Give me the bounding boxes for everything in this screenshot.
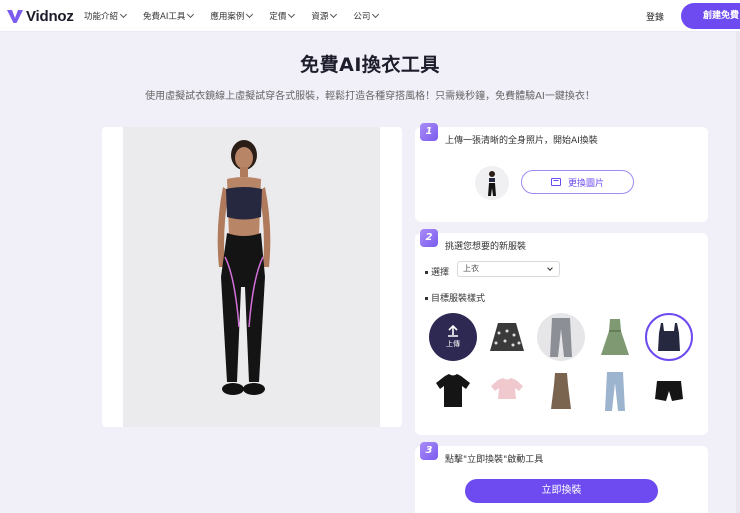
nav-label: 定價 — [269, 12, 287, 22]
step-3-instruction: 點擊"立即換裝"啟動工具 — [445, 455, 544, 465]
black-tshirt-icon — [436, 374, 470, 407]
step-2-card: 2 挑選您想要的新服裝 選擇 上衣 目標服裝樣式 上傳 — [415, 229, 708, 435]
select-label: 選擇 — [425, 265, 449, 278]
garment-option[interactable] — [591, 367, 639, 415]
target-style-label: 目標服裝樣式 — [425, 291, 485, 304]
black-shorts-icon — [655, 381, 683, 401]
step-1-card: 1 上傳一張清晰的全身照片，開始AI換裝 更換圖片 — [415, 123, 708, 222]
chevron-down-icon — [372, 10, 380, 19]
upload-arrow-icon — [448, 325, 458, 337]
upload-label: 上傳 — [446, 340, 460, 348]
vidnoz-logo-icon — [7, 10, 23, 23]
step-3-card: 3 點擊"立即換裝"啟動工具 立即換裝 — [415, 442, 708, 513]
vidnoz-logo[interactable]: Vidnoz — [6, 7, 74, 25]
garment-option[interactable] — [537, 313, 585, 361]
garment-option[interactable] — [645, 313, 693, 361]
nav-label: 公司 — [353, 12, 371, 22]
floral-skirt-icon — [490, 323, 524, 351]
change-image-label: 更換圖片 — [567, 178, 604, 189]
login-link[interactable]: 登錄 — [646, 10, 664, 23]
navy-camisole-icon — [658, 323, 680, 351]
step-2-instruction: 挑選您想要的新服裝 — [445, 242, 527, 252]
nav-pricing[interactable]: 定價 — [269, 10, 296, 22]
nav-label: 免費AI工具 — [143, 12, 186, 22]
jeans-icon — [550, 318, 572, 357]
light-jeans-icon — [605, 372, 625, 411]
top-nav-bar: Vidnoz 功能介紹 免費AI工具 應用案例 定價 資源 公司 登錄 創建免費 — [0, 0, 740, 32]
nav-label: 資源 — [311, 12, 329, 22]
model-thumbnail-icon — [488, 171, 496, 196]
pink-crop-top-icon — [491, 378, 523, 399]
brown-dress-icon — [551, 373, 571, 409]
garment-category-select[interactable]: 上衣 — [457, 261, 560, 277]
nav-label: 功能介紹 — [84, 12, 119, 22]
page-title: 免費AI換衣工具 — [300, 54, 440, 76]
garment-option[interactable] — [483, 367, 531, 415]
chevron-down-icon — [547, 265, 553, 271]
step-number-badge: 3 — [420, 442, 438, 460]
change-outfit-now-button[interactable]: 立即換裝 — [465, 479, 658, 503]
nav-features[interactable]: 功能介紹 — [84, 10, 128, 22]
chevron-down-icon — [119, 10, 128, 19]
main-nav: 功能介紹 免費AI工具 應用案例 定價 資源 公司 — [84, 10, 395, 22]
signup-button[interactable]: 創建免費 — [681, 3, 740, 29]
nav-free-ai-tools[interactable]: 免費AI工具 — [143, 10, 195, 22]
model-figure-illustration — [217, 140, 271, 395]
model-photo — [123, 127, 380, 427]
chevron-down-icon — [288, 10, 296, 19]
chevron-down-icon — [187, 10, 195, 19]
upload-garment-button[interactable]: 上傳 — [429, 313, 477, 361]
scrollbar-track[interactable] — [736, 32, 740, 513]
garment-option[interactable] — [591, 313, 639, 361]
green-dress-icon — [601, 319, 629, 355]
step-number-badge: 2 — [420, 229, 438, 247]
page-subtitle: 使用虛擬試衣鏡線上虛擬試穿各式服裝，輕鬆打造各種穿搭風格！只需幾秒鐘，免費體驗A… — [145, 91, 595, 102]
garment-option[interactable] — [429, 367, 477, 415]
garment-option[interactable] — [645, 367, 693, 415]
change-image-button[interactable]: 更換圖片 — [521, 170, 634, 194]
nav-label: 應用案例 — [210, 12, 245, 22]
nav-resources[interactable]: 資源 — [311, 10, 338, 22]
step-number-badge: 1 — [420, 123, 438, 141]
nav-company[interactable]: 公司 — [353, 10, 380, 22]
select-value: 上衣 — [463, 264, 479, 273]
nav-use-cases[interactable]: 應用案例 — [210, 10, 254, 22]
step-1-instruction: 上傳一張清晰的全身照片，開始AI換裝 — [445, 136, 598, 146]
chevron-down-icon — [330, 10, 338, 19]
image-icon — [550, 178, 561, 186]
garment-option[interactable] — [483, 313, 531, 361]
garment-option[interactable] — [537, 367, 585, 415]
uploaded-photo-thumbnail[interactable] — [475, 166, 509, 200]
brand-name: Vidnoz — [26, 7, 74, 25]
chevron-down-icon — [246, 10, 254, 19]
